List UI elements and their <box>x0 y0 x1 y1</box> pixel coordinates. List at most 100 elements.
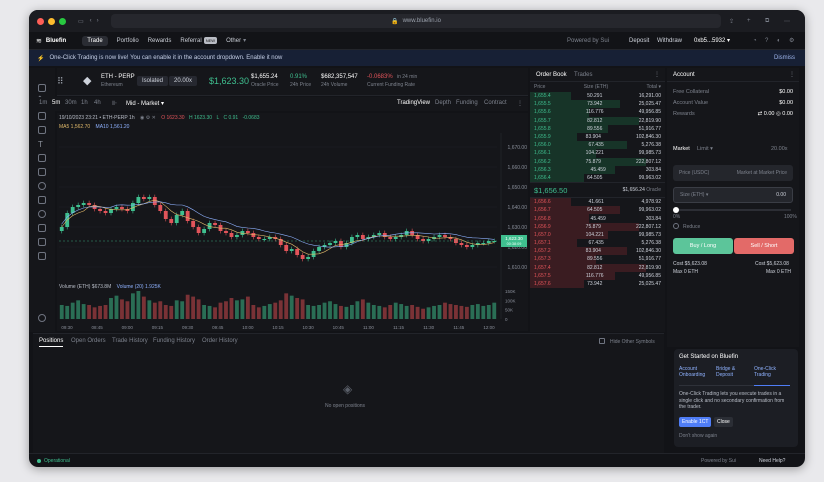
tab-funding[interactable]: Funding <box>456 100 478 106</box>
orderbook-row[interactable]: 1,655.4 50.291 16,291.00 <box>530 92 665 101</box>
tab-depth[interactable]: Depth <box>435 100 451 106</box>
chart-canvas[interactable]: 1,670.00 1,660.00 1,650.00 1,640.00 1,630.00… <box>57 113 528 331</box>
orderbook-row[interactable]: 1,657.3 89.556 51,916.77 <box>530 255 665 264</box>
emoji-icon[interactable] <box>38 182 46 190</box>
orderbook-row[interactable]: 1,656.0 67.435 5,276.38 <box>530 141 665 150</box>
forward-icon[interactable]: › <box>97 18 99 24</box>
tab-bridge-deposit[interactable]: Bridge & Deposit <box>716 366 742 378</box>
timeframe-4h[interactable]: 4h <box>94 100 101 106</box>
tab-tradingview[interactable]: TradingView <box>397 100 430 106</box>
theme-icon[interactable]: ◐ <box>777 38 781 44</box>
nav-other[interactable]: Other <box>226 38 241 44</box>
leverage-button[interactable]: 20.00x <box>169 76 198 86</box>
close-window-button[interactable] <box>37 17 44 25</box>
tab-account-onboarding[interactable]: Account Onboarding <box>679 366 707 378</box>
orderbook-row[interactable]: 1,657.0 104.221 99,985.73 <box>530 230 665 239</box>
orderbook-row[interactable]: 1,657.6 73.942 25,025.47 <box>530 279 665 289</box>
hide-other-symbols-checkbox[interactable] <box>599 338 605 344</box>
brush-icon[interactable] <box>38 126 46 134</box>
orderbook-row[interactable]: 1,656.7 64.505 99,963.02 <box>530 206 665 215</box>
help-icon[interactable]: ? <box>765 38 768 44</box>
tab-positions[interactable]: Positions <box>39 338 64 347</box>
settings-circle-icon[interactable] <box>38 314 46 322</box>
ruler-icon[interactable] <box>38 168 46 176</box>
tab-order-history[interactable]: Order History <box>202 338 238 344</box>
zoom-icon[interactable] <box>38 210 46 218</box>
timeframe-1h[interactable]: 1h <box>81 100 88 106</box>
new-tab-icon[interactable]: + <box>747 18 751 24</box>
orderbook-row[interactable]: 1,657.1 67.435 5,276.38 <box>530 239 665 248</box>
price-type-select[interactable]: Mid - Market ▾ <box>126 100 164 107</box>
gear-icon[interactable]: ⚙ <box>789 37 794 44</box>
tab-order-book[interactable]: Order Book <box>536 72 567 78</box>
nav-trade[interactable]: Trade <box>82 35 108 46</box>
orderbook-row[interactable]: 1,656.9 75.879 222,807.12 <box>530 222 665 231</box>
need-help-button[interactable]: Need Help? <box>759 458 785 464</box>
tab-trade-history[interactable]: Trade History <box>112 338 148 344</box>
nav-portfolio[interactable]: Portfolio <box>117 38 139 44</box>
nav-rewards[interactable]: Rewards <box>148 38 172 44</box>
dismiss-button[interactable]: Dismiss <box>774 55 795 61</box>
magnet-icon[interactable] <box>38 224 46 232</box>
size-slider-handle[interactable] <box>673 207 679 213</box>
order-leverage[interactable]: 20.00x <box>771 146 788 152</box>
account-menu-icon[interactable]: ⋮ <box>789 71 795 78</box>
back-icon[interactable]: ‹ <box>90 18 92 24</box>
orderbook-row[interactable]: 1,655.9 83.904 102,846.30 <box>530 132 665 142</box>
size-unit-select[interactable]: Size (ETH) ▾ <box>680 192 708 198</box>
nav-referral[interactable]: Referral <box>180 38 201 44</box>
timeframe-1m[interactable]: 1m <box>39 100 47 106</box>
orderbook-row[interactable]: 1,656.6 41.661 4,978.92 <box>530 198 665 207</box>
tab-limit[interactable]: Limit ▾ <box>697 146 713 152</box>
measure-icon[interactable] <box>38 196 46 204</box>
orderbook-row[interactable]: 1,656.1 104.221 99,985.73 <box>530 149 665 158</box>
size-slider[interactable] <box>675 209 791 211</box>
wallet-address-button[interactable]: 0xb5...5932 ▾ <box>694 37 730 44</box>
tab-trades[interactable]: Trades <box>574 72 592 78</box>
more-options-icon[interactable]: ⋮ <box>517 100 523 107</box>
withdraw-button[interactable]: Withdraw <box>657 38 682 44</box>
tab-one-click-trading[interactable]: One-Click Trading <box>754 366 784 378</box>
trash-icon[interactable] <box>38 252 46 260</box>
reduce-only-toggle[interactable] <box>673 223 679 229</box>
timeframe-30m[interactable]: 30m <box>65 100 77 106</box>
tab-contract[interactable]: Contract <box>484 100 507 106</box>
tab-open-orders[interactable]: Open Orders <box>71 338 106 344</box>
orderbook-row[interactable]: 1,657.2 83.904 102,846.30 <box>530 247 665 256</box>
banner-text[interactable]: One-Click Trading is now live! You can e… <box>49 55 282 61</box>
lock-drawings-icon[interactable] <box>38 238 46 246</box>
sell-short-button[interactable]: Sell / Short <box>734 238 794 254</box>
horizontal-lines-icon[interactable] <box>38 112 46 120</box>
ob-header-total[interactable]: Total ▾ <box>647 84 661 90</box>
price-chart[interactable]: 19/10/2023 23:21 • ETH-PERP 1h ◉ ⚙ ✕ O 1… <box>57 113 528 331</box>
deposit-button[interactable]: Deposit <box>629 38 649 44</box>
buy-long-button[interactable]: Buy / Long <box>673 238 733 254</box>
candle-type-icon[interactable]: ⊪ <box>112 100 117 107</box>
tabs-icon[interactable]: ⧉ <box>765 18 769 25</box>
share-icon[interactable]: ⇪ <box>729 18 734 25</box>
close-card-button[interactable]: Close <box>714 417 733 427</box>
minimize-window-button[interactable] <box>48 17 55 25</box>
text-tool-icon[interactable]: T <box>38 140 46 149</box>
sidebar-toggle-icon[interactable]: ▭ <box>78 18 84 25</box>
extensions-icon[interactable]: ⋯ <box>784 18 790 25</box>
orderbook-row[interactable]: 1,656.4 64.505 99,963.02 <box>530 173 665 183</box>
orderbook-row[interactable]: 1,655.7 82.812 22,819.90 <box>530 116 665 125</box>
pattern-icon[interactable] <box>38 154 46 162</box>
orderbook-row[interactable]: 1,656.2 75.879 222,807.12 <box>530 157 665 166</box>
dont-show-again-link[interactable]: Don't show again <box>679 433 717 439</box>
enable-1ct-button[interactable]: Enable 1CT <box>679 417 712 427</box>
orderbook-row[interactable]: 1,655.6 116.776 49,956.85 <box>530 108 665 117</box>
orderbook-menu-icon[interactable]: ⋮ <box>654 71 660 78</box>
symbol-label[interactable]: ETH - PERP <box>101 74 135 80</box>
orderbook-row[interactable]: 1,657.5 116.776 49,956.85 <box>530 271 665 280</box>
size-input[interactable]: Size (ETH) ▾ 0.00 <box>673 187 793 203</box>
orderbook-row[interactable]: 1,655.5 73.942 25,025.47 <box>530 100 665 109</box>
tab-funding-history[interactable]: Funding History <box>153 338 195 344</box>
address-bar[interactable]: 🔒 www.bluefin.io <box>111 14 721 28</box>
orderbook-row[interactable]: 1,657.4 82.812 22,819.90 <box>530 263 665 272</box>
price-input[interactable]: Price (USDC) Market at Market Price <box>673 165 793 181</box>
tab-market[interactable]: Market <box>673 146 690 152</box>
grid-menu-icon[interactable]: ⠿ <box>57 76 64 87</box>
crosshair-icon[interactable] <box>38 84 46 92</box>
